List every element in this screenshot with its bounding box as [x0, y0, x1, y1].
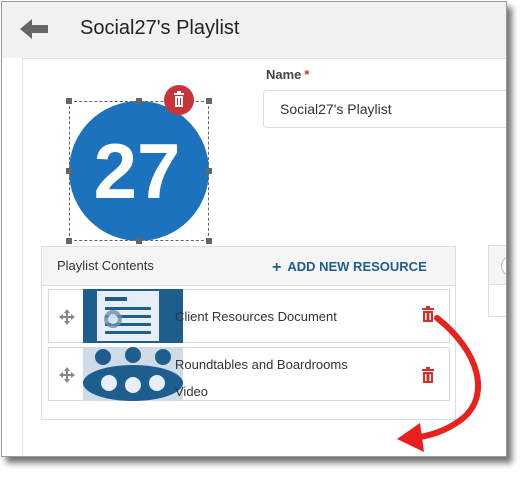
trash-icon: [174, 91, 184, 107]
resize-handle[interactable]: [136, 98, 142, 104]
resize-handle[interactable]: [66, 168, 72, 174]
resize-handle[interactable]: [66, 98, 72, 104]
playlist-image[interactable]: 27: [66, 98, 212, 244]
plus-icon: +: [272, 259, 282, 276]
page-title: Social27's Playlist: [80, 17, 240, 39]
item-title: Roundtables and Boardrooms: [175, 357, 348, 372]
playlist-contents-panel: Playlist Contents + ADD NEW RESOURCE Cli…: [41, 246, 456, 420]
playlist-panel-header: Playlist Contents + ADD NEW RESOURCE: [42, 247, 455, 286]
add-new-resource-label: ADD NEW RESOURCE: [287, 259, 427, 274]
app-window: Social27's Playlist 27 Name * Social27's…: [1, 1, 507, 457]
content-card: 27 Name* Play: [22, 58, 506, 456]
video-thumbnail: [83, 347, 183, 401]
resize-handle[interactable]: [66, 238, 72, 244]
selection-box: [69, 101, 209, 241]
side-panel-header: [489, 246, 506, 285]
item-subtitle: Video: [175, 384, 209, 399]
name-label: Name *: [266, 67, 309, 82]
resize-handle[interactable]: [136, 238, 142, 244]
drag-handle-icon[interactable]: [59, 367, 75, 383]
resize-handle[interactable]: [206, 98, 212, 104]
playlist-item[interactable]: Roundtables and Boardrooms Video: [48, 347, 450, 401]
arrow-left-icon[interactable]: [20, 18, 50, 40]
resize-handle[interactable]: [206, 168, 212, 174]
name-label-text: Name: [266, 67, 302, 82]
document-icon: [97, 291, 159, 341]
document-thumbnail: [83, 289, 183, 343]
people-group-icon: [83, 347, 183, 401]
resize-handle[interactable]: [206, 238, 212, 244]
playlist-contents-title: Playlist Contents: [57, 258, 154, 273]
drag-handle-icon[interactable]: [59, 309, 75, 325]
add-new-resource-button[interactable]: + ADD NEW RESOURCE: [272, 258, 427, 276]
playlist-item[interactable]: Client Resources Document: [48, 289, 450, 343]
item-title: Client Resources Document: [175, 309, 337, 324]
name-input[interactable]: [263, 90, 506, 128]
header-bar: Social27's Playlist: [2, 2, 506, 58]
required-marker: *: [304, 67, 310, 82]
circle-icon[interactable]: [501, 256, 506, 276]
side-panel: [488, 245, 506, 317]
trash-icon[interactable]: [421, 306, 435, 322]
delete-image-button[interactable]: [164, 85, 194, 115]
trash-icon[interactable]: [421, 367, 435, 383]
